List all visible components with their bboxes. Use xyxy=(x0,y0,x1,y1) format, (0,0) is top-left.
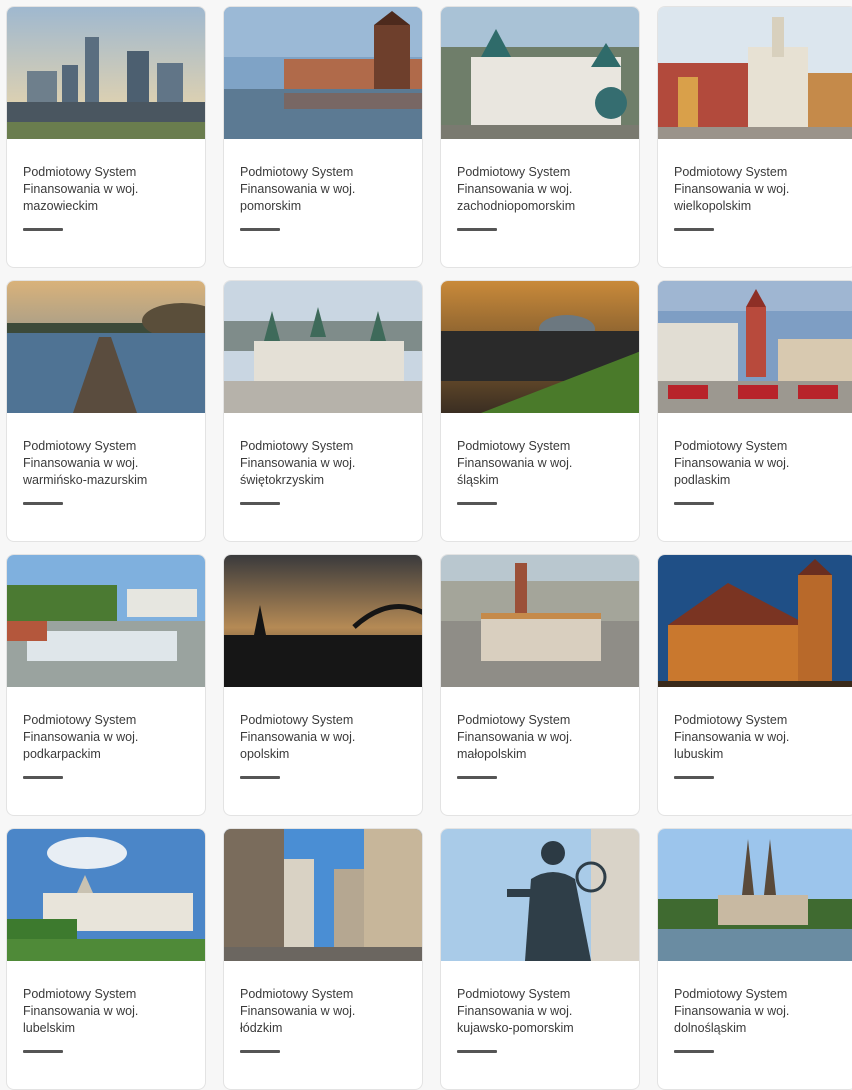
poznan-old-town-image xyxy=(658,7,852,139)
copernicus-statue-image xyxy=(441,829,639,961)
card-lodzkie[interactable]: Podmiotowy System Finansowania w woj. łódz… xyxy=(223,828,423,1090)
card-title: Podmiotowy System Finansowania w woj. świę… xyxy=(240,439,356,487)
card-lubuskie[interactable]: Podmiotowy System Finansowania w woj. lubu… xyxy=(657,554,852,816)
krakow-market-image xyxy=(441,555,639,687)
card-podlaskie[interactable]: Podmiotowy System Finansowania w woj. podl… xyxy=(657,280,852,542)
title-underline xyxy=(457,228,497,231)
gdansk-crane-image xyxy=(224,7,422,139)
gorzow-cathedral-image xyxy=(658,555,852,687)
spodek-sunset-image xyxy=(441,281,639,413)
card-title: Podmiotowy System Finansowania w woj. kuja… xyxy=(457,987,574,1035)
title-underline xyxy=(240,776,280,779)
card-slaskie[interactable]: Podmiotowy System Finansowania w woj. śląs… xyxy=(440,280,640,542)
lake-pier-image xyxy=(7,281,205,413)
title-underline xyxy=(240,228,280,231)
card-title: Podmiotowy System Finansowania w woj. lube… xyxy=(23,987,139,1035)
lodz-street-image xyxy=(224,829,422,961)
title-underline xyxy=(240,502,280,505)
card-title: Podmiotowy System Finansowania w woj. śląs… xyxy=(457,439,573,487)
bialystok-square-image xyxy=(658,281,852,413)
card-opolskie[interactable]: Podmiotowy System Finansowania w woj. opol… xyxy=(223,554,423,816)
title-underline xyxy=(457,776,497,779)
title-underline xyxy=(240,1050,280,1053)
card-mazowieckie[interactable]: Podmiotowy System Finansowania w woj. mazo… xyxy=(6,6,206,268)
card-title: Podmiotowy System Finansowania w woj. doln… xyxy=(674,987,790,1035)
card-title: Podmiotowy System Finansowania w woj. łódz… xyxy=(240,987,356,1035)
lublin-castle-image xyxy=(7,829,205,961)
opole-dusk-image xyxy=(224,555,422,687)
card-grid: Podmiotowy System Finansowania w woj. mazo… xyxy=(6,6,852,1090)
warsaw-skyline-image xyxy=(7,7,205,139)
card-title: Podmiotowy System Finansowania w woj. zach… xyxy=(457,165,576,213)
card-title: Podmiotowy System Finansowania w woj. wiel… xyxy=(674,165,790,213)
card-title: Podmiotowy System Finansowania w woj. podl… xyxy=(674,439,790,487)
title-underline xyxy=(23,502,63,505)
title-underline xyxy=(457,502,497,505)
card-malopolskie[interactable]: Podmiotowy System Finansowania w woj. mało… xyxy=(440,554,640,816)
card-swietokrzyskie[interactable]: Podmiotowy System Finansowania w woj. świę… xyxy=(223,280,423,542)
card-title: Podmiotowy System Finansowania w woj. mazo… xyxy=(23,165,139,213)
kielce-cathedral-image xyxy=(224,281,422,413)
title-underline xyxy=(23,1050,63,1053)
szczecin-castle-image xyxy=(441,7,639,139)
card-lubelskie[interactable]: Podmiotowy System Finansowania w woj. lube… xyxy=(6,828,206,1090)
title-underline xyxy=(674,502,714,505)
card-dolnoslaskie[interactable]: Podmiotowy System Finansowania w woj. doln… xyxy=(657,828,852,1090)
card-title: Podmiotowy System Finansowania w woj. pomo… xyxy=(240,165,356,213)
card-title: Podmiotowy System Finansowania w woj. lubu… xyxy=(674,713,790,761)
card-warminsko-mazurskie[interactable]: Podmiotowy System Finansowania w woj. warm… xyxy=(6,280,206,542)
card-kujawsko-pomorskie[interactable]: Podmiotowy System Finansowania w woj. kuja… xyxy=(440,828,640,1090)
title-underline xyxy=(23,776,63,779)
wroclaw-cathedral-image xyxy=(658,829,852,961)
card-title: Podmiotowy System Finansowania w woj. podk… xyxy=(23,713,139,761)
rzeszow-fountain-image xyxy=(7,555,205,687)
card-title: Podmiotowy System Finansowania w woj. mało… xyxy=(457,713,573,761)
title-underline xyxy=(457,1050,497,1053)
title-underline xyxy=(674,776,714,779)
title-underline xyxy=(23,228,63,231)
card-wielkopolskie[interactable]: Podmiotowy System Finansowania w woj. wiel… xyxy=(657,6,852,268)
card-title: Podmiotowy System Finansowania w woj. opol… xyxy=(240,713,356,761)
title-underline xyxy=(674,228,714,231)
title-underline xyxy=(674,1050,714,1053)
card-pomorskie[interactable]: Podmiotowy System Finansowania w woj. pomo… xyxy=(223,6,423,268)
card-title: Podmiotowy System Finansowania w woj. warm… xyxy=(23,439,148,487)
card-zachodniopomorskie[interactable]: Podmiotowy System Finansowania w woj. zach… xyxy=(440,6,640,268)
card-podkarpackie[interactable]: Podmiotowy System Finansowania w woj. podk… xyxy=(6,554,206,816)
